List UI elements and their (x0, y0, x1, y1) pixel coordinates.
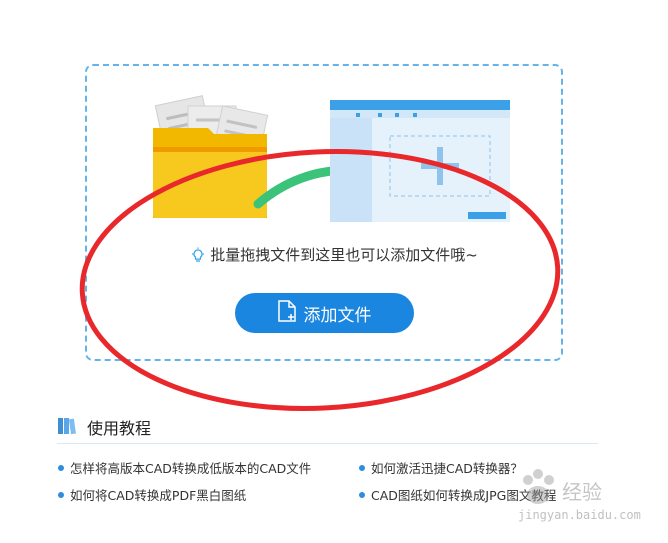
bullet-icon (58, 465, 64, 471)
bullet-icon (359, 465, 365, 471)
books-icon (57, 417, 79, 439)
tutorial-link[interactable]: 如何将CAD转换成PDF黑白图纸 (58, 485, 246, 504)
lightbulb-icon (190, 247, 206, 267)
bullet-icon (359, 492, 365, 498)
drop-hint-text: 批量拖拽文件到这里也可以添加文件哦~ (210, 246, 478, 264)
tutorials-title: 使用教程 (87, 419, 152, 438)
add-file-button[interactable]: 添加文件 (235, 293, 414, 333)
tutorial-link[interactable]: 怎样将高版本CAD转换成低版本的CAD文件 (58, 458, 311, 477)
add-file-icon (277, 299, 296, 327)
add-file-label: 添加文件 (303, 305, 372, 326)
bullet-icon (58, 492, 64, 498)
tutorial-link[interactable]: CAD图纸如何转换成JPG图文教程 (359, 485, 556, 504)
tutorials-header: 使用教程 (57, 413, 598, 444)
tutorial-link[interactable]: 如何激活迅捷CAD转换器？ (359, 458, 523, 477)
drop-hint: 批量拖拽文件到这里也可以添加文件哦~ (0, 244, 668, 267)
folder-icon (153, 128, 267, 218)
window-icon (330, 100, 510, 222)
